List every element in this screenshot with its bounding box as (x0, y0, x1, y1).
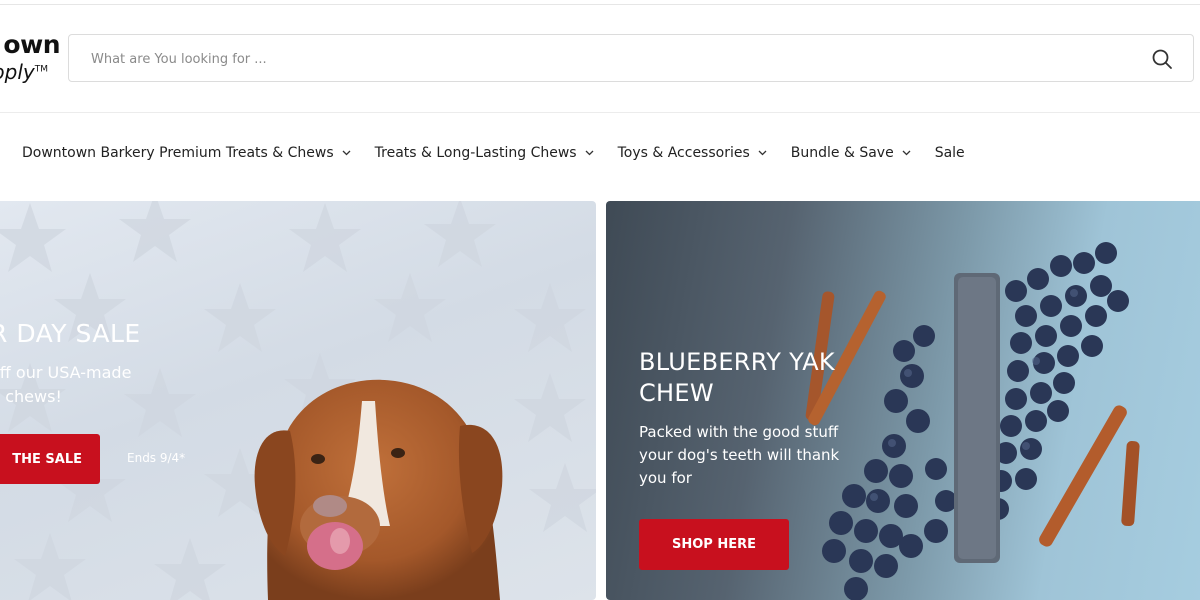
logo-text-bottom-main: oply (0, 60, 35, 84)
yak-chew-banner-text-line: Packed with the good stuff (639, 423, 839, 441)
sale-banner-text-line: off our USA-made (0, 363, 132, 382)
yak-chew-banner-text-line: your dog's teeth will thank (639, 446, 840, 464)
nav-item-label: Treats & Long-Lasting Chews (374, 145, 577, 161)
search-button[interactable] (1151, 48, 1173, 70)
search-bar (68, 34, 1194, 83)
top-divider (0, 4, 1200, 5)
sale-banner-text-line: d chews! (0, 387, 62, 406)
nav-item-treats-chews[interactable]: Treats & Long-Lasting Chews (375, 145, 594, 161)
nav-item-label: Sale (934, 145, 965, 161)
shop-here-button[interactable]: SHOP HERE (639, 519, 789, 570)
search-input[interactable] (89, 35, 1093, 83)
chevron-down-icon (902, 150, 911, 156)
sale-banner[interactable]: R DAY SALE off our USA-made d chews! THE… (0, 201, 596, 600)
yak-chew-banner-title-line: CHEW (639, 379, 714, 407)
yak-chew-banner-title-line: BLUEBERRY YAK (639, 348, 835, 376)
yak-chew-banner[interactable]: BLUEBERRY YAK CHEW Packed with the good … (606, 201, 1200, 600)
chevron-down-icon (585, 150, 594, 156)
shop-sale-button[interactable]: THE SALE (0, 434, 100, 484)
header-divider (0, 112, 1200, 113)
sale-banner-title: R DAY SALE (0, 319, 141, 348)
site-logo[interactable]: own oplyTM (0, 30, 66, 90)
yak-chew-banner-text-line: you for (639, 469, 692, 487)
sale-end-date: Ends 9/4* (127, 451, 186, 465)
nav-item-bundle-save[interactable]: Bundle & Save (791, 145, 911, 161)
nav-item-label: Downtown Barkery Premium Treats & Chews (22, 145, 334, 161)
nav-item-downtown-barkery[interactable]: Downtown Barkery Premium Treats & Chews (22, 145, 351, 161)
yak-chew-banner-title: BLUEBERRY YAK CHEW (639, 347, 899, 409)
nav-item-label: Toys & Accessories (617, 145, 750, 161)
nav-item-sale[interactable]: Sale (935, 145, 965, 161)
nav-item-label: Bundle & Save (790, 145, 894, 161)
sale-banner-text: off our USA-made d chews! (0, 361, 190, 409)
search-icon (1152, 49, 1172, 69)
yak-chew-banner-text: Packed with the good stuff your dog's te… (639, 421, 869, 490)
logo-text-bottom: oplyTM (0, 60, 48, 84)
nav-item-toys-accessories[interactable]: Toys & Accessories (618, 145, 767, 161)
logo-trademark: TM (34, 64, 48, 75)
chevron-down-icon (342, 150, 351, 156)
logo-text-top: own (3, 30, 60, 59)
main-navigation: Downtown Barkery Premium Treats & Chews … (22, 145, 989, 161)
chevron-down-icon (758, 150, 767, 156)
